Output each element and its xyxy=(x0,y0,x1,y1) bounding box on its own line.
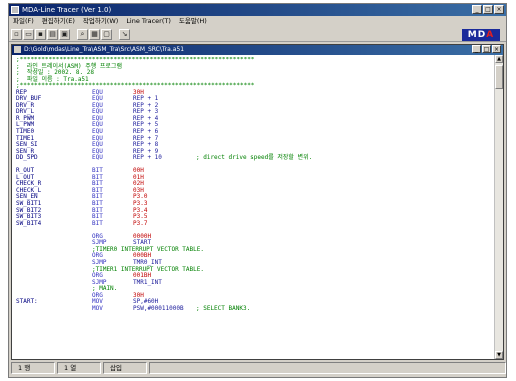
new-icon[interactable]: ▫ xyxy=(11,29,22,40)
scroll-up-arrow-icon[interactable]: ▲ xyxy=(495,55,503,63)
code-token: MOV xyxy=(92,304,103,312)
code-token: ; SELECT BANK3. xyxy=(196,304,251,312)
status-bar: 1 행 1 열 삽입 xyxy=(9,362,506,376)
editor-window: D:\Gold\mdas\Line_Tra\ASM_Tra\Src\ASM_SR… xyxy=(11,44,504,360)
vertical-scrollbar[interactable]: ▲ ▼ xyxy=(494,55,503,359)
window-title: MDA-Line Tracer (Ver 1.0) xyxy=(22,6,112,14)
status-message xyxy=(149,362,506,374)
preview-icon[interactable]: ▣ xyxy=(59,29,70,40)
menu-work[interactable]: 작업하기(W) xyxy=(83,16,118,27)
code-token: PSW,#00011000B xyxy=(133,304,184,312)
minimize-button[interactable]: _ xyxy=(472,5,482,14)
scroll-down-arrow-icon[interactable]: ▼ xyxy=(495,351,503,359)
menu-help[interactable]: 도움말(H) xyxy=(179,16,207,27)
close-button[interactable]: × xyxy=(494,5,504,14)
status-line: 1 행 xyxy=(11,362,55,374)
menu-file[interactable]: 파일(F) xyxy=(13,16,34,27)
print-icon[interactable]: ▤ xyxy=(47,29,58,40)
replace-icon[interactable]: ▦ xyxy=(89,29,100,40)
stop-icon[interactable]: ▢ xyxy=(101,29,112,40)
save-icon[interactable]: ▪ xyxy=(35,29,46,40)
mda-logo: MDA xyxy=(462,29,500,41)
doc-close-button[interactable]: × xyxy=(492,45,501,53)
menu-bar: 파일(F) 편집하기(E) 작업하기(W) Line Tracer(T) 도움말… xyxy=(9,16,506,27)
code-editor[interactable]: ;***************************************… xyxy=(16,57,488,349)
app-window: MDA-Line Tracer (Ver 1.0) _ □ × 파일(F) 편집… xyxy=(8,3,507,378)
status-column: 1 열 xyxy=(57,362,101,374)
run-icon[interactable]: ↘ xyxy=(119,29,130,40)
doc-minimize-button[interactable]: _ xyxy=(472,45,481,53)
toolbar: ▫ ▭ ▪ ▤ ▣ ⌕ ▦ ▢ ↘ xyxy=(9,28,506,42)
maximize-button[interactable]: □ xyxy=(483,5,493,14)
document-title-bar[interactable]: D:\Gold\mdas\Line_Tra\ASM_Tra\Src\ASM_SR… xyxy=(12,45,503,55)
app-icon xyxy=(11,6,19,14)
menu-line-tracer[interactable]: Line Tracer(T) xyxy=(126,16,171,27)
doc-maximize-button[interactable]: □ xyxy=(482,45,491,53)
document-icon xyxy=(14,46,21,53)
document-path: D:\Gold\mdas\Line_Tra\ASM_Tra\Src\ASM_SR… xyxy=(24,46,185,53)
find-icon[interactable]: ⌕ xyxy=(77,29,88,40)
scroll-thumb[interactable] xyxy=(495,65,503,89)
code-line: MOV PSW,#00011000B ; SELECT BANK3. xyxy=(16,304,488,313)
menu-edit[interactable]: 편집하기(E) xyxy=(42,16,75,27)
status-insert-mode: 삽입 xyxy=(103,362,147,374)
open-icon[interactable]: ▭ xyxy=(23,29,34,40)
title-bar[interactable]: MDA-Line Tracer (Ver 1.0) _ □ × xyxy=(9,4,506,16)
